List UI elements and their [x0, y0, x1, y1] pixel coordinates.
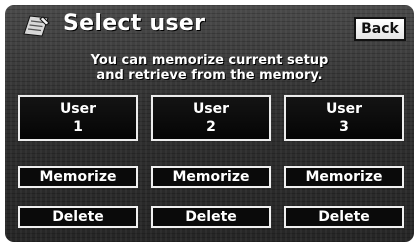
memorize-user-1-button[interactable]: Memorize [18, 166, 138, 188]
user-3-label: User [325, 101, 363, 117]
memorize-user-2-button[interactable]: Memorize [151, 166, 271, 188]
select-user-screen: Select user Back You can memorize curren… [5, 5, 414, 242]
user-1-label: User [59, 101, 97, 117]
user-2-label: User [192, 101, 230, 117]
user-grid: User 1 User 2 User 3 Memorize Memorize M… [5, 5, 414, 242]
user-2-button[interactable]: User 2 [151, 95, 271, 141]
delete-user-3-button[interactable]: Delete [284, 206, 404, 228]
user-1-number: 1 [73, 119, 83, 135]
user-1-button[interactable]: User 1 [18, 95, 138, 141]
user-3-number: 3 [339, 119, 349, 135]
memorize-user-3-button[interactable]: Memorize [284, 166, 404, 188]
delete-user-1-button[interactable]: Delete [18, 206, 138, 228]
delete-user-2-button[interactable]: Delete [151, 206, 271, 228]
user-2-number: 2 [206, 119, 216, 135]
user-3-button[interactable]: User 3 [284, 95, 404, 141]
